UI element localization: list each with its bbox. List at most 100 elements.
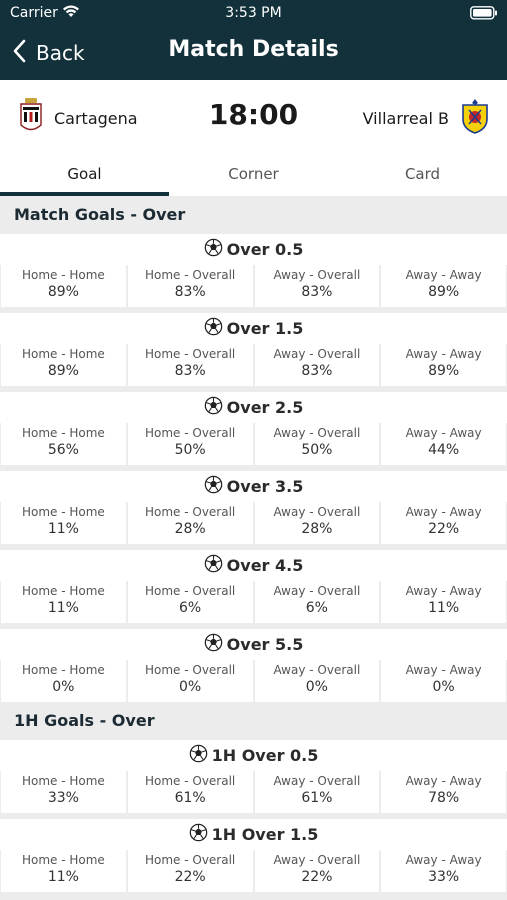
stat-cell: Away - Away 33% [381, 850, 506, 892]
soccer-ball-icon [204, 317, 223, 340]
home-team: Cartagena [18, 97, 138, 139]
stat-cell: Away - Overall 50% [254, 423, 380, 465]
stat-group: 1H Over 1.5 Home - Home 11% Home - Overall 2… [0, 819, 507, 892]
soccer-ball-icon [204, 633, 223, 656]
tab-card-label: Card [404, 165, 441, 183]
stat-value: 11% [47, 869, 79, 885]
stat-cell: Home - Home 33% [1, 771, 126, 813]
stat-cell: Away - Overall 61% [254, 771, 380, 813]
stat-cell: Away - Away 89% [381, 265, 506, 307]
stat-value: 33% [428, 869, 460, 885]
stat-value: 83% [301, 284, 333, 300]
stat-value: 83% [174, 284, 206, 300]
stats-list[interactable]: Match Goals - Over Over 0.5 Home - Home 89%… [0, 196, 507, 892]
group-title-label: Over 5.5 [226, 635, 304, 654]
stat-value: 83% [301, 363, 333, 379]
stat-label: Home - Home [21, 505, 105, 519]
stat-value: 11% [47, 600, 79, 616]
stat-label: Away - Overall [273, 347, 361, 361]
villarreal-crest-icon [459, 97, 491, 139]
stat-value: 22% [301, 869, 333, 885]
stat-cell: Home - Overall 22% [127, 850, 253, 892]
group-title: Over 4.5 [0, 550, 507, 581]
stat-row: Home - Home 11% Home - Overall 6% Away - Ove… [0, 581, 507, 623]
stat-cell: Away - Away 22% [381, 502, 506, 544]
stat-label: Away - Overall [273, 663, 361, 677]
away-team-name: Villarreal B [362, 108, 449, 128]
section-title: Match Goals - Over [0, 196, 507, 234]
stat-cell: Home - Overall 6% [127, 581, 253, 623]
stat-value: 50% [301, 442, 333, 458]
stat-value: 22% [428, 521, 460, 537]
tab-card[interactable]: Card [338, 155, 507, 196]
stat-group: Over 1.5 Home - Home 89% Home - Overall 83% A… [0, 313, 507, 386]
stat-cell: Home - Overall 61% [127, 771, 253, 813]
stat-cell: Home - Overall 0% [127, 660, 253, 702]
stat-cell: Away - Overall 6% [254, 581, 380, 623]
stat-label: Away - Away [405, 853, 482, 867]
stat-row: Home - Home 56% Home - Overall 50% Away - Ov… [0, 423, 507, 465]
tab-goal-label: Goal [67, 165, 102, 183]
stat-value: 33% [47, 790, 79, 806]
group-title-label: Over 0.5 [226, 240, 304, 259]
stat-label: Home - Home [21, 584, 105, 598]
stat-cell: Away - Overall 83% [254, 344, 380, 386]
soccer-ball-icon [204, 475, 223, 498]
stat-value: 11% [47, 521, 79, 537]
group-title: Over 1.5 [0, 313, 507, 344]
group-title-label: Over 3.5 [226, 477, 304, 496]
stat-label: Home - Overall [144, 584, 236, 598]
stat-label: Home - Overall [144, 853, 236, 867]
stat-group: Over 4.5 Home - Home 11% Home - Overall 6% Aw… [0, 550, 507, 623]
stat-cell: Home - Home 56% [1, 423, 126, 465]
home-team-name: Cartagena [54, 108, 138, 128]
stat-label: Home - Home [21, 268, 105, 282]
tab-goal[interactable]: Goal [0, 155, 169, 196]
stat-cell: Home - Home 11% [1, 502, 126, 544]
stat-cell: Home - Overall 83% [127, 344, 253, 386]
stat-label: Away - Away [405, 268, 482, 282]
group-title-label: Over 2.5 [226, 398, 304, 417]
stat-group: Over 5.5 Home - Home 0% Home - Overall 0% Awa… [0, 629, 507, 702]
stat-cell: Home - Overall 28% [127, 502, 253, 544]
match-header: Cartagena 18:00 Villarreal B [0, 80, 507, 155]
stat-value: 0% [52, 679, 75, 695]
stat-row: Home - Home 33% Home - Overall 61% Away - Ov… [0, 771, 507, 813]
stat-label: Away - Overall [273, 853, 361, 867]
stat-label: Away - Overall [273, 505, 361, 519]
stat-tabs: Goal Corner Card [0, 155, 507, 196]
stat-cell: Home - Home 89% [1, 265, 126, 307]
stat-cell: Home - Overall 50% [127, 423, 253, 465]
stat-cell: Away - Away 44% [381, 423, 506, 465]
stat-label: Away - Away [405, 347, 482, 361]
stat-cell: Away - Overall 28% [254, 502, 380, 544]
stat-group: 1H Over 0.5 Home - Home 33% Home - Overall 6… [0, 740, 507, 813]
group-title: Over 0.5 [0, 234, 507, 265]
group-title-label: Over 4.5 [226, 556, 304, 575]
stat-cell: Away - Away 0% [381, 660, 506, 702]
stat-label: Away - Away [405, 663, 482, 677]
soccer-ball-icon [204, 554, 223, 577]
stat-group: Over 2.5 Home - Home 56% Home - Overall 50% A… [0, 392, 507, 465]
stat-value: 6% [179, 600, 202, 616]
soccer-ball-icon [204, 396, 223, 419]
stat-label: Home - Home [21, 347, 105, 361]
tab-corner[interactable]: Corner [169, 155, 338, 196]
stat-value: 28% [174, 521, 206, 537]
group-title-label: 1H Over 1.5 [211, 825, 319, 844]
stat-label: Away - Overall [273, 426, 361, 440]
group-title: Over 5.5 [0, 629, 507, 660]
stat-label: Home - Home [21, 853, 105, 867]
stat-label: Away - Away [405, 426, 482, 440]
stat-cell: Away - Away 89% [381, 344, 506, 386]
back-label: Back [36, 41, 85, 65]
stat-label: Home - Overall [144, 268, 236, 282]
back-button[interactable]: Back [12, 38, 85, 68]
stat-value: 61% [301, 790, 333, 806]
stat-cell: Home - Home 11% [1, 581, 126, 623]
stat-cell: Home - Home 0% [1, 660, 126, 702]
stat-value: 89% [47, 284, 79, 300]
chevron-left-icon [12, 39, 26, 67]
soccer-ball-icon [204, 238, 223, 261]
stat-cell: Away - Overall 22% [254, 850, 380, 892]
